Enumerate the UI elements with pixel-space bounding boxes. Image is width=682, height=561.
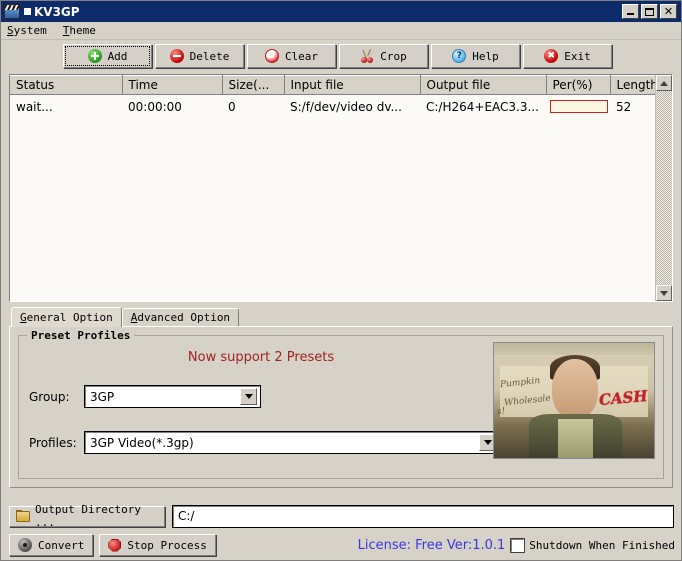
column-header-length[interactable]: Length [610,75,655,95]
delete-button-label: Delete [189,49,230,63]
application-window: KV3GP ✕ System Theme Add Delete Clear Cr… [0,0,682,561]
chevron-down-icon [660,290,668,296]
cell-status: wait... [10,94,122,118]
group-label: Group: [29,389,70,404]
cell-time: 00:00:00 [122,94,222,118]
group-select[interactable]: 3GP [84,385,261,408]
help-button-label: Help [472,49,499,63]
title-bar: KV3GP ✕ [1,1,681,22]
table-row[interactable]: wait... 00:00:00 0 S:/f/dev/video dv... … [10,94,655,118]
menu-item-system[interactable]: System [5,23,55,38]
output-directory-row: Output Directory ... C:/ [9,503,674,529]
column-header-size[interactable]: Size(... [222,75,285,95]
maximize-button[interactable] [641,4,658,19]
progress-bar [550,100,608,113]
chevron-up-icon [660,80,668,86]
group-field-row: Group: 3GP [29,385,261,408]
chevron-down-icon [244,394,253,399]
file-list[interactable]: Status Time Size(... Input file Output f… [9,74,673,302]
scrollbar-track[interactable] [656,91,672,285]
exit-button[interactable]: ✖ Exit [523,44,612,68]
shutdown-checkbox-label: Shutdown When Finished [529,538,675,552]
crop-button-label: Crop [380,49,407,63]
license-text: License: Free Ver:1.0.1 [357,537,506,553]
clapperboard-icon [4,4,20,19]
table-header-row: Status Time Size(... Input file Output f… [10,75,655,95]
column-header-status[interactable]: Status [10,75,123,95]
add-button[interactable]: Add [63,44,152,68]
cell-percent [546,94,610,118]
window-controls: ✕ [622,4,679,19]
add-button-label: Add [107,49,128,63]
clear-button[interactable]: Clear [247,44,336,68]
output-path-input[interactable]: C:/ [172,504,674,528]
film-reel-icon [18,538,32,552]
tab-advanced-option[interactable]: Advanced Option [121,308,240,326]
toolbar: Add Delete Clear Crop ? Help ✖ Exit [1,40,681,72]
profiles-field-row: Profiles: 3GP Video(*.3gp) [29,431,500,454]
column-header-percent[interactable]: Per(%) [546,75,611,95]
group-select-value: 3GP [90,389,115,404]
crop-button[interactable]: Crop [339,44,428,68]
profiles-select[interactable]: 3GP Video(*.3gp) [84,431,500,454]
minimize-icon [627,13,634,15]
exit-x-icon: ✖ [544,49,559,63]
menu-item-theme[interactable]: Theme [61,23,104,38]
option-tabs: General Option Advanced Option [11,307,681,327]
clear-button-label: Clear [284,49,319,63]
profiles-label: Profiles: [29,435,77,450]
general-option-panel: Preset Profiles Now support 2 Presets Gr… [9,326,673,488]
minimize-button[interactable] [622,4,639,19]
cell-length: 52 [610,94,655,118]
column-header-output-file[interactable]: Output file [420,75,547,95]
chevron-down-icon [483,440,492,445]
stop-process-button[interactable]: Stop Process [99,534,216,556]
menu-bar: System Theme [1,22,681,40]
video-preview-thumbnail: Pumpkin Wholesale s! CASH [493,342,655,459]
cell-size: 0 [222,94,284,118]
group-dropdown-arrow[interactable] [240,388,257,405]
convert-button-label: Convert [38,538,85,552]
help-button[interactable]: ? Help [431,44,520,68]
stop-octagon-icon [108,538,122,552]
cell-output-file: C:/H264+EAC3.3... [420,94,546,118]
preset-profiles-group: Preset Profiles Now support 2 Presets Gr… [18,329,664,479]
scissors-icon [360,49,374,63]
vertical-scrollbar[interactable] [655,75,672,301]
tab-general-option[interactable]: General Option [11,307,122,327]
output-directory-button[interactable]: Output Directory ... [9,503,165,529]
scroll-up-button[interactable] [656,75,672,91]
close-button[interactable]: ✕ [660,4,677,19]
shutdown-checkbox[interactable] [510,537,526,553]
folder-icon [16,510,30,522]
profiles-select-value: 3GP Video(*.3gp) [90,435,194,450]
column-header-input-file[interactable]: Input file [284,75,421,95]
convert-button[interactable]: Convert [9,534,94,556]
add-circle-icon [87,49,102,63]
exit-button-label: Exit [564,49,591,63]
title-square-glyph [24,8,31,15]
close-icon: ✕ [663,5,674,18]
column-header-time[interactable]: Time [122,75,223,95]
maximize-icon [645,7,654,16]
file-list-table: Status Time Size(... Input file Output f… [10,75,655,118]
preset-profiles-title: Preset Profiles [27,329,135,342]
output-directory-button-label: Output Directory ... [35,503,141,529]
bottom-bar: Convert Stop Process License: Free Ver:1… [9,533,677,557]
window-title: KV3GP [34,4,80,19]
help-question-icon: ? [452,49,467,63]
delete-button[interactable]: Delete [155,44,244,68]
clear-circle-icon [264,49,279,63]
cell-input-file: S:/f/dev/video dv... [284,94,420,118]
delete-circle-icon [169,49,184,63]
shutdown-when-finished-row[interactable]: Shutdown When Finished [510,537,675,553]
file-list-body: Status Time Size(... Input file Output f… [10,75,655,301]
stop-process-button-label: Stop Process [127,538,207,552]
scroll-down-button[interactable] [656,285,672,301]
